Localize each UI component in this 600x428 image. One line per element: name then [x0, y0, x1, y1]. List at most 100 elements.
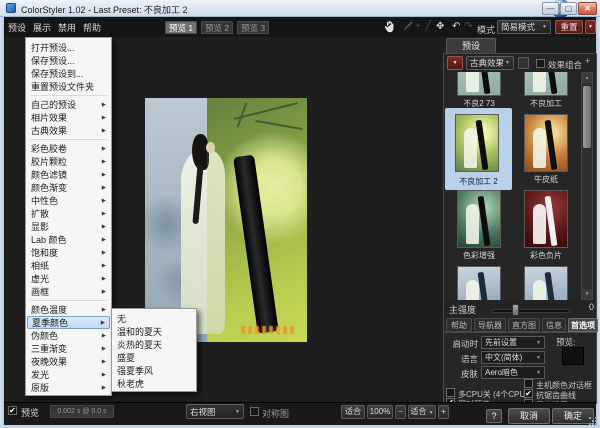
- zoom-level-button[interactable]: 100%: [367, 405, 393, 419]
- menu-item[interactable]: 重置预设文件夹: [26, 80, 111, 93]
- menu-item[interactable]: 伪颜色▶: [26, 329, 111, 342]
- fit-button[interactable]: 适合: [341, 405, 365, 419]
- redo-icon[interactable]: ↷: [464, 21, 472, 33]
- resize-grip[interactable]: [589, 417, 591, 419]
- menu-item[interactable]: 虚光▶: [26, 272, 111, 285]
- host-color-checkbox[interactable]: [524, 379, 533, 388]
- reset-button[interactable]: 重置: [555, 20, 583, 34]
- scrollbar-thumb[interactable]: [583, 86, 591, 148]
- preview-checkbox[interactable]: ✔: [8, 406, 17, 415]
- preset-thumbnail[interactable]: [447, 264, 511, 300]
- preset-thumbnail[interactable]: 牛皮纸: [514, 112, 578, 186]
- chevron-down-icon: ▼: [429, 410, 434, 416]
- zoom-fit-dropdown[interactable]: 适合 ▼: [408, 405, 436, 419]
- zoom-in-button[interactable]: +: [438, 405, 449, 419]
- startup-label: 启动时: [446, 338, 478, 350]
- menu-item[interactable]: 颜色渐变▶: [26, 181, 111, 194]
- tab-histogram[interactable]: 直方图: [508, 318, 540, 332]
- tab-presets-panel[interactable]: 预设: [446, 38, 496, 53]
- help-button[interactable]: ?: [486, 409, 502, 423]
- submenu-item[interactable]: 无: [112, 312, 196, 325]
- menu-item[interactable]: 相片效果▶: [26, 111, 111, 124]
- scroll-down-icon[interactable]: ▼: [582, 289, 592, 299]
- thumbnail-scrollbar[interactable]: ▲ ▼: [581, 72, 593, 300]
- tab-preferences[interactable]: 首选项: [568, 318, 598, 332]
- preset-category-dropdown[interactable]: 古典效果 ▼: [466, 56, 514, 70]
- menu-presets[interactable]: 预设: [8, 21, 26, 34]
- menu-item[interactable]: 发光▶: [26, 368, 111, 381]
- menu-item[interactable]: 夜晚效果▶: [26, 355, 111, 368]
- tab-preview-2[interactable]: 预览 2: [201, 21, 233, 34]
- menu-disable[interactable]: 禁用: [58, 21, 76, 34]
- menu-item[interactable]: Lab 颜色▶: [26, 233, 111, 246]
- reset-dropdown-button[interactable]: ▼: [585, 20, 596, 34]
- menu-item[interactable]: 显影▶: [26, 220, 111, 233]
- antialias-checkbox[interactable]: ✔: [524, 389, 533, 398]
- submenu-item[interactable]: 秋老虎: [112, 377, 196, 390]
- menu-item[interactable]: 中性色▶: [26, 194, 111, 207]
- add-sample-icon[interactable]: +: [415, 21, 421, 33]
- preset-thumbnail[interactable]: 不良加工: [514, 72, 578, 110]
- menu-item[interactable]: 原版▶: [26, 381, 111, 394]
- menu-item[interactable]: 饱和度▶: [26, 246, 111, 259]
- cancel-button[interactable]: 取消: [508, 408, 550, 424]
- move-tool-icon[interactable]: ✥: [436, 21, 444, 33]
- menu-item[interactable]: 扩散▶: [26, 207, 111, 220]
- ok-button[interactable]: 确定: [552, 408, 594, 424]
- submenu-item[interactable]: 强夏季风: [112, 364, 196, 377]
- preset-options-button[interactable]: [518, 57, 529, 69]
- menu-item[interactable]: 画框▶: [26, 285, 111, 298]
- eyedropper-icon[interactable]: [403, 20, 414, 36]
- submenu-item[interactable]: 盛夏: [112, 351, 196, 364]
- minimize-button[interactable]: —: [542, 2, 559, 15]
- add-preset-button[interactable]: +: [585, 56, 590, 66]
- scroll-up-icon[interactable]: ▲: [582, 73, 592, 83]
- preset-thumbnail[interactable]: 彩色负片: [514, 188, 578, 262]
- preset-thumbnail[interactable]: 不良2 73: [447, 72, 511, 110]
- line-tool-icon[interactable]: ╱: [425, 21, 431, 33]
- menu-item[interactable]: 保存预设...: [26, 54, 111, 67]
- menu-item[interactable]: 三重渐变▶: [26, 342, 111, 355]
- menu-help[interactable]: 帮助: [83, 21, 101, 34]
- menu-item[interactable]: 颜色滤镜▶: [26, 168, 111, 181]
- preset-thumbnail[interactable]: 色彩增强: [447, 188, 511, 262]
- menu-item[interactable]: 自己的预设▶: [26, 98, 111, 111]
- preset-category-red-button[interactable]: ▼: [447, 56, 463, 70]
- language-dropdown[interactable]: 中文(简体) ▼: [481, 351, 545, 364]
- menu-item[interactable]: 打开预设...: [26, 41, 111, 54]
- preset-thumbnail-selected[interactable]: 不良加工 2: [445, 108, 512, 190]
- menu-item[interactable]: 保存预设到...: [26, 67, 111, 80]
- tab-help[interactable]: 帮助: [446, 318, 472, 332]
- skin-dropdown[interactable]: Aero暗色 ▼: [481, 366, 545, 379]
- preview-image[interactable]: [145, 98, 307, 342]
- tab-preview-3[interactable]: 预览 3: [237, 21, 269, 34]
- menu-display[interactable]: 展示: [33, 21, 51, 34]
- undo-icon[interactable]: ↶: [452, 21, 460, 33]
- menu-item-summer-colors[interactable]: 夏季颜色▶: [27, 316, 110, 329]
- tab-navigator[interactable]: 导航器: [474, 318, 506, 332]
- mode-dropdown[interactable]: 简易模式 ▼: [497, 20, 551, 34]
- strength-slider-thumb[interactable]: [512, 304, 519, 316]
- startup-dropdown[interactable]: 先前设置 ▼: [481, 336, 545, 349]
- menu-item[interactable]: 胶片颗粒▶: [26, 155, 111, 168]
- effect-combo-checkbox[interactable]: [536, 59, 545, 68]
- tab-preview-1[interactable]: 预览 1: [165, 21, 197, 34]
- maximize-button[interactable]: ▢: [560, 2, 577, 15]
- strength-slider[interactable]: [492, 309, 570, 313]
- close-button[interactable]: ✕: [578, 2, 597, 15]
- submenu-item[interactable]: 炎热的夏天: [112, 338, 196, 351]
- submenu-item[interactable]: 温和的夏天: [112, 325, 196, 338]
- zoom-out-button[interactable]: −: [395, 405, 406, 419]
- submenu-arrow-icon: ▶: [102, 102, 106, 108]
- multi-cpu-checkbox[interactable]: [446, 388, 455, 397]
- menu-item[interactable]: 彩色胶卷▶: [26, 142, 111, 155]
- hand-tool-icon[interactable]: [384, 20, 396, 37]
- tab-info[interactable]: 信息: [542, 318, 566, 332]
- view-dropdown[interactable]: 右视图 ▼: [186, 404, 244, 419]
- split-view-checkbox[interactable]: [250, 407, 259, 416]
- preview-color-swatch[interactable]: [562, 347, 584, 365]
- menu-item[interactable]: 相纸▶: [26, 259, 111, 272]
- preset-thumbnail[interactable]: [514, 264, 578, 300]
- menu-item[interactable]: 颜色温度▶: [26, 303, 111, 316]
- menu-item[interactable]: 古典效果▶: [26, 124, 111, 137]
